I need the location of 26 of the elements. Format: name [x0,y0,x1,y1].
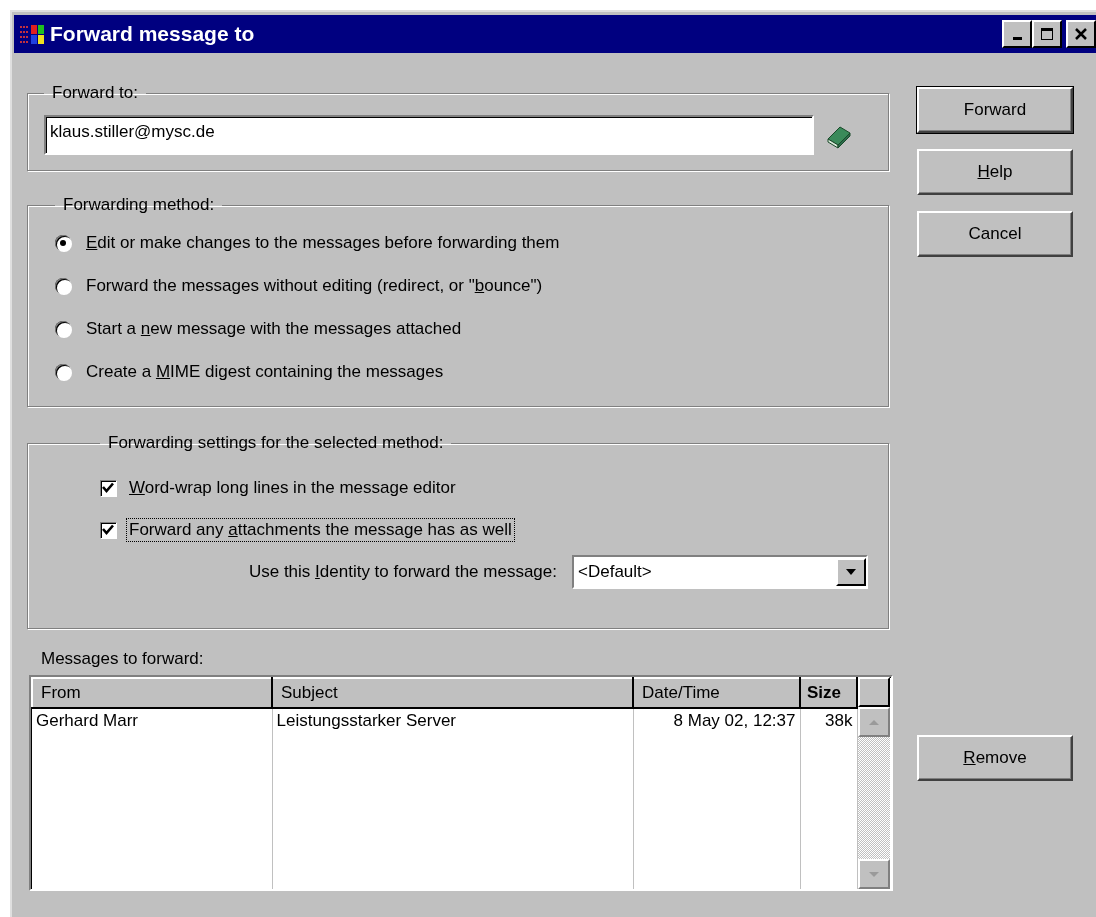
radio-label[interactable]: Forward the messages without editing (redirect, or "bounce") [83,273,546,298]
identity-dropdown[interactable]: <Default> [572,555,868,589]
group-label: Forward to: [51,83,139,103]
table-cell: Leistungsstarker Server [272,708,633,733]
table-cell: 38k [800,708,857,733]
radio-label[interactable]: Start a new message with the messages attached [83,316,465,341]
table-cell: Gerhard Marr [32,708,272,733]
address-field[interactable]: klaus.stiller@mysc.de [44,115,814,155]
messages-label: Messages to forward: [41,649,205,670]
remove-button[interactable]: Remove [917,735,1073,781]
dialog-button[interactable]: Forward [917,87,1073,133]
group-label: Forwarding settings for the selected method: [107,433,445,453]
checkbox-label[interactable]: Forward any attachments the message has as well [126,518,515,542]
radio-label[interactable]: Create a MIME digest containing the messages [83,359,447,384]
column-header[interactable]: Subject [272,678,633,708]
column-header[interactable]: Date/Time [633,678,800,708]
column-header[interactable]: From [32,678,272,708]
column-header[interactable]: Size [800,678,857,708]
checkbox-label[interactable]: Word-wrap long lines in the message editor [126,476,459,500]
identity-label: Use this Identity to forward the message: [247,561,558,583]
group-label: Forwarding method: [62,195,216,215]
window-title: Forward message to [50,22,256,46]
dialog-button[interactable]: Cancel [917,211,1073,257]
radio-label[interactable]: Edit or make changes to the messages before forwarding them [83,230,563,255]
dialog-button[interactable]: Help [917,149,1073,195]
table-cell: 8 May 02, 12:37 [633,708,800,733]
